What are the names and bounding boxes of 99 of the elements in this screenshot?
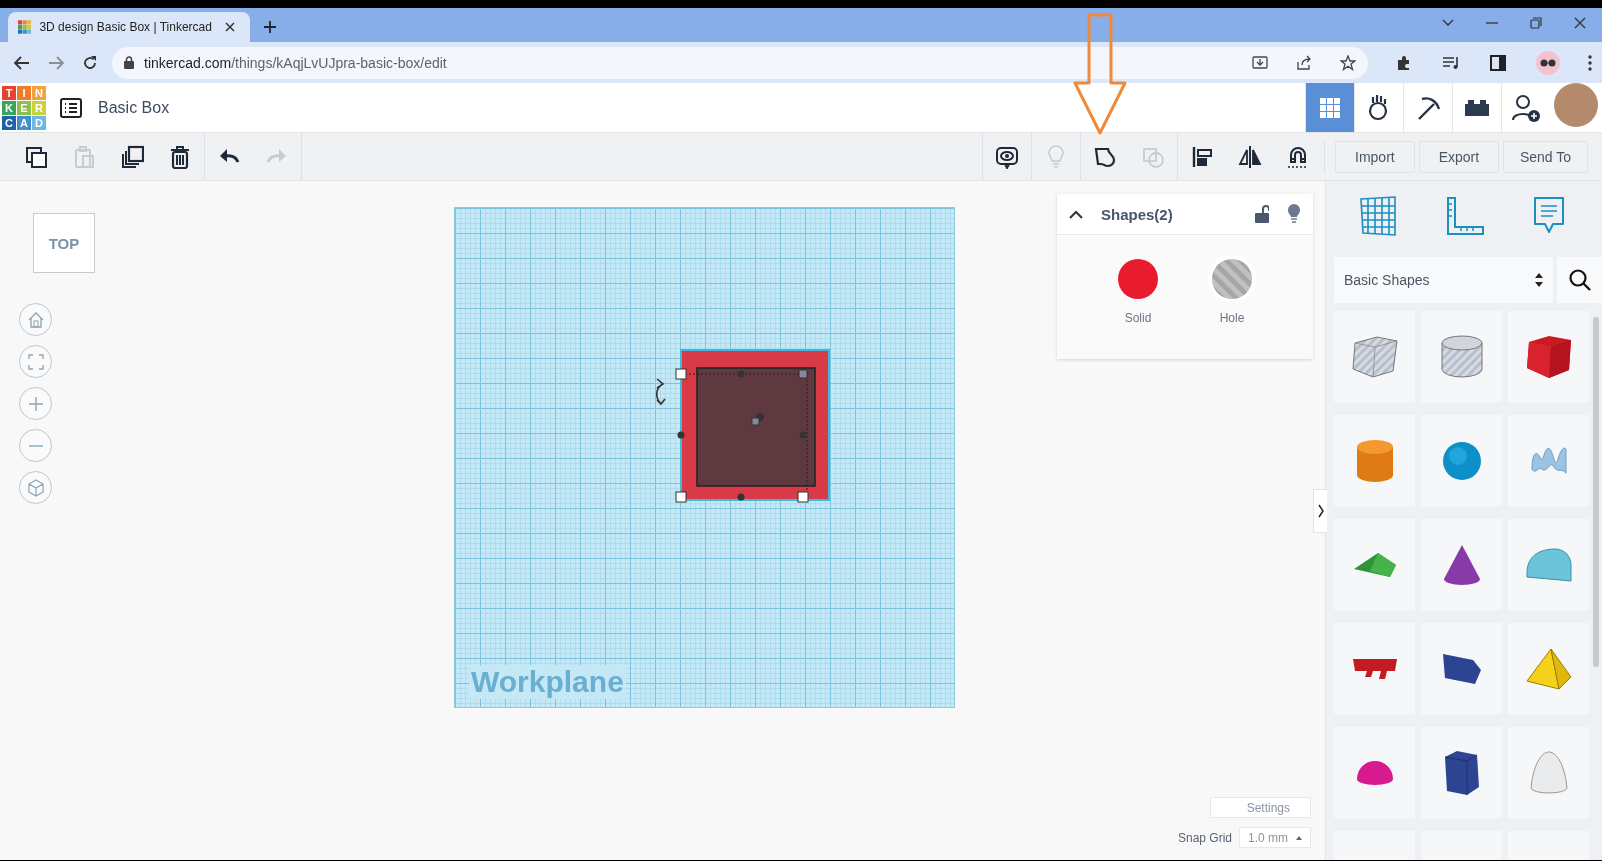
reload-icon xyxy=(82,54,98,71)
tab-title: 3D design Basic Box | Tinkercad xyxy=(39,20,212,34)
share-icon xyxy=(1296,54,1312,71)
inspector-title: Shapes(2) xyxy=(1101,205,1174,223)
design-menu-button[interactable] xyxy=(60,97,82,118)
search-icon xyxy=(1568,269,1591,291)
shape-tile[interactable] xyxy=(1508,623,1589,714)
text-shape-icon xyxy=(1351,657,1398,680)
tinkercad-logo[interactable]: T I N K E R C A D xyxy=(2,85,46,130)
fit-view-button[interactable] xyxy=(19,345,52,378)
solid-color-swatch[interactable] xyxy=(1118,259,1158,299)
stacked-squares-icon xyxy=(120,144,144,169)
caret-up-icon xyxy=(1296,835,1302,840)
updown-caret-icon xyxy=(1535,273,1543,287)
cylinder-hole-icon xyxy=(1440,335,1483,378)
shape-tile[interactable] xyxy=(1508,727,1589,818)
chevron-up-icon xyxy=(1069,209,1083,219)
copy-icon xyxy=(24,144,48,169)
shape-tile[interactable] xyxy=(1508,311,1589,402)
notes-button[interactable] xyxy=(1532,196,1567,236)
close-icon xyxy=(224,22,235,32)
zoom-out-button[interactable] xyxy=(19,429,52,462)
url-text: tinkercad.com/things/kAqjLvUJpra-basic-box/edit xyxy=(144,54,448,71)
shape-tile[interactable] xyxy=(1508,415,1589,506)
shape-tile[interactable] xyxy=(1334,519,1415,610)
shape-type-label: Hole xyxy=(1219,311,1245,325)
toolbar-action-button[interactable]: Import xyxy=(1334,140,1415,173)
puzzle-icon xyxy=(1396,54,1412,71)
tinkercad-favicon-icon xyxy=(18,19,32,35)
lock-icon xyxy=(124,56,134,69)
note-bubble-icon xyxy=(1532,196,1567,236)
minimize-icon xyxy=(1486,22,1498,24)
browser-tab[interactable]: 3D design Basic Box | Tinkercad xyxy=(8,12,250,42)
round-roof-icon xyxy=(1525,547,1572,582)
shape-tile[interactable] xyxy=(1421,727,1502,818)
hole-swatch[interactable] xyxy=(1212,259,1252,299)
more-vertical-icon xyxy=(1588,54,1592,71)
unlocked-padlock-icon xyxy=(1255,205,1269,223)
shape-tile[interactable] xyxy=(1334,415,1415,506)
side-panel-icon xyxy=(1490,54,1506,71)
paraboloid-icon xyxy=(1529,751,1568,794)
restore-icon xyxy=(1530,17,1542,29)
eye-bubble-icon xyxy=(994,144,1019,169)
profile-glasses-icon xyxy=(1536,50,1560,75)
close-icon xyxy=(1574,17,1586,29)
plus-icon xyxy=(263,20,277,34)
design-title[interactable]: Basic Box xyxy=(98,98,1305,117)
roof-icon xyxy=(1352,551,1397,578)
workplane-button[interactable] xyxy=(1357,196,1398,236)
clipboard-icon xyxy=(72,144,96,169)
toolbar-action-button[interactable]: Export xyxy=(1418,140,1499,173)
wedge-icon xyxy=(1441,652,1482,685)
perspective-button[interactable] xyxy=(19,471,52,504)
zoom-in-button[interactable] xyxy=(19,387,52,420)
chevron-down-icon xyxy=(1442,19,1454,27)
ruler-icon xyxy=(1445,196,1485,236)
ruler-button[interactable] xyxy=(1445,196,1485,236)
scrollbar[interactable] xyxy=(1593,317,1599,667)
mirror-icon xyxy=(1237,144,1262,169)
shape-tile[interactable] xyxy=(1421,415,1502,506)
arrow-left-icon xyxy=(14,55,30,70)
cone-icon xyxy=(1442,543,1481,586)
toolbar-action-button[interactable]: Send To xyxy=(1502,140,1588,173)
collapse-button[interactable] xyxy=(1069,209,1083,219)
panel-toggle-button[interactable] xyxy=(1313,489,1327,533)
lightbulb-icon xyxy=(1287,204,1301,224)
shape-tile[interactable] xyxy=(1334,727,1415,818)
box-hole-icon xyxy=(1351,335,1398,378)
search-button[interactable] xyxy=(1557,257,1602,303)
visibility-button[interactable] xyxy=(1287,204,1301,224)
shape-tile[interactable] xyxy=(1334,623,1415,714)
shape-tile[interactable] xyxy=(1508,519,1589,610)
shape-tile[interactable] xyxy=(1334,311,1415,402)
minus-icon xyxy=(28,444,43,447)
grid-plane-icon xyxy=(1357,196,1398,236)
playlist-icon xyxy=(1442,55,1460,70)
chevron-right-icon xyxy=(1317,504,1324,518)
snap-grid-label: Snap Grid xyxy=(1177,830,1232,845)
trash-icon xyxy=(168,144,192,169)
hexagonal-prism-icon xyxy=(1443,749,1480,796)
address-bar[interactable]: tinkercad.com/things/kAqjLvUJpra-basic-box/edit xyxy=(112,46,1368,79)
home-view-button[interactable] xyxy=(19,303,52,336)
lock-button[interactable] xyxy=(1255,205,1269,223)
user-plus-icon xyxy=(1511,92,1541,123)
shape-tile[interactable] xyxy=(1421,311,1502,402)
scribble-shape-icon xyxy=(1530,446,1567,475)
shape-category-dropdown[interactable]: Basic Shapes xyxy=(1334,257,1553,303)
shape-type-label: Solid xyxy=(1124,311,1152,325)
shape-tile[interactable] xyxy=(1421,623,1502,714)
shape-tile[interactable] xyxy=(1421,519,1502,610)
install-icon xyxy=(1252,54,1268,71)
workplane-label: Workplane xyxy=(469,665,626,699)
cylinder-icon xyxy=(1355,438,1394,483)
star-icon xyxy=(1340,54,1356,71)
sphere-icon xyxy=(1441,440,1482,481)
pyramid-icon xyxy=(1525,647,1572,690)
list-icon xyxy=(60,97,82,118)
arrow-right-icon xyxy=(48,55,64,70)
box-icon xyxy=(1525,334,1572,379)
